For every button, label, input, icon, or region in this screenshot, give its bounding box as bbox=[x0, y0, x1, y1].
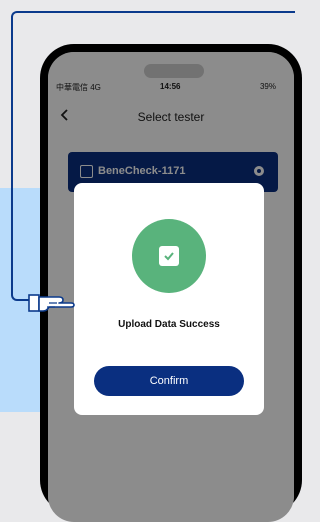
success-message: Upload Data Success bbox=[118, 319, 220, 330]
success-dialog: Upload Data Success Confirm bbox=[74, 183, 264, 415]
phone-frame: 中華電信 4G 14:56 39% Select tester BeneChec… bbox=[40, 44, 302, 522]
confirm-button[interactable]: Confirm bbox=[94, 366, 244, 396]
success-circle bbox=[132, 219, 206, 293]
pointing-hand-icon bbox=[27, 290, 75, 316]
check-icon bbox=[159, 246, 179, 266]
phone-screen: 中華電信 4G 14:56 39% Select tester BeneChec… bbox=[48, 52, 294, 522]
